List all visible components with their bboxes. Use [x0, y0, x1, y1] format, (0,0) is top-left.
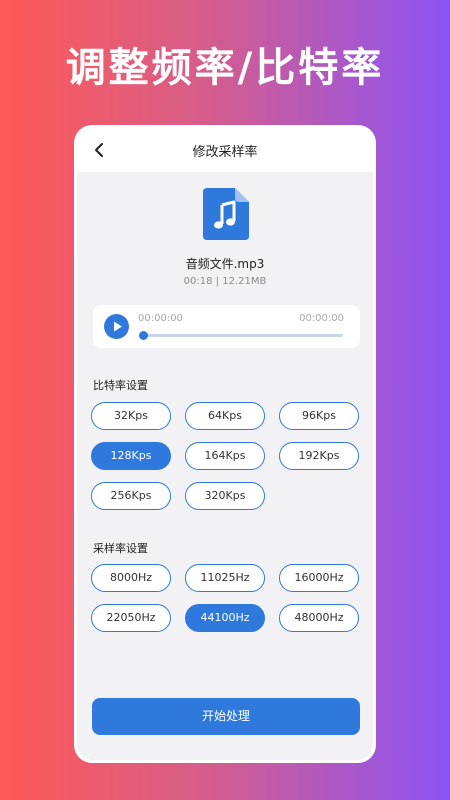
file-meta: 00:18 | 12.21MB — [183, 276, 267, 287]
music-file-icon — [203, 188, 249, 240]
bitrate-option[interactable]: 64Kps — [185, 402, 265, 430]
promo-headline: 调整频率/比特率 — [65, 45, 385, 91]
progress-slider[interactable] — [139, 331, 343, 340]
bitrate-option[interactable]: 256Kps — [91, 482, 171, 510]
audio-player: 00:00:00 00:00:00 — [93, 305, 360, 348]
bitrate-option[interactable]: 128Kps — [91, 442, 171, 470]
samplerate-section-title: 采样率设置 — [93, 542, 148, 555]
samplerate-option[interactable]: 22050Hz — [91, 604, 171, 632]
play-icon — [114, 321, 122, 332]
navigation-bar: 修改采样率 — [77, 128, 373, 172]
current-time: 00:00:00 — [138, 313, 183, 324]
file-name: 音频文件.mp3 — [185, 257, 265, 271]
samplerate-option[interactable]: 44100Hz — [185, 604, 265, 632]
app-screen: 修改采样率 音频文件.mp3 00:18 | 12.21MB 00:00:00 … — [77, 128, 373, 760]
bitrate-option[interactable]: 320Kps — [185, 482, 265, 510]
bitrate-option[interactable]: 164Kps — [185, 442, 265, 470]
bitrate-option[interactable]: 32Kps — [91, 402, 171, 430]
samplerate-option[interactable]: 48000Hz — [279, 604, 359, 632]
play-button[interactable] — [104, 314, 129, 339]
samplerate-option[interactable]: 11025Hz — [185, 564, 265, 592]
bitrate-option[interactable]: 96Kps — [279, 402, 359, 430]
samplerate-option[interactable]: 8000Hz — [91, 564, 171, 592]
samplerate-option[interactable]: 16000Hz — [279, 564, 359, 592]
bitrate-section-title: 比特率设置 — [93, 379, 148, 392]
start-processing-button[interactable]: 开始处理 — [92, 698, 360, 735]
bitrate-option[interactable]: 192Kps — [279, 442, 359, 470]
page-title: 修改采样率 — [192, 145, 258, 160]
total-time: 00:00:00 — [299, 313, 344, 324]
phone-frame: 修改采样率 音频文件.mp3 00:18 | 12.21MB 00:00:00 … — [74, 125, 376, 763]
progress-knob[interactable] — [139, 331, 148, 340]
